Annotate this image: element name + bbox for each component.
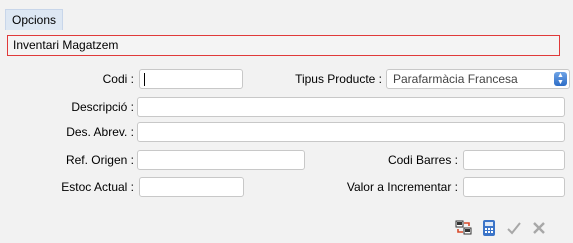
transfer-icon[interactable] — [455, 219, 473, 237]
codi-barres-label: Codi Barres : — [387, 153, 458, 167]
codi-input[interactable] — [139, 69, 243, 89]
calculator-icon[interactable] — [480, 219, 498, 237]
checkmark-icon[interactable] — [505, 219, 523, 237]
des-abrev-input[interactable] — [137, 122, 565, 142]
tipus-producte-label: Tipus Producte : — [295, 72, 382, 86]
inventory-form: Codi : Tipus Producte : Parafarmàcia Fra… — [0, 60, 573, 243]
estoc-actual-input[interactable] — [139, 177, 244, 197]
close-icon[interactable] — [530, 219, 548, 237]
codi-barres-input[interactable] — [463, 150, 565, 170]
window-title: Inventari Magatzem — [7, 35, 560, 56]
descripcio-label: Descripció : — [71, 100, 134, 114]
des-abrev-label: Des. Abrev. : — [66, 125, 134, 139]
menu-bar: Opcions — [0, 0, 573, 30]
valor-incrementar-input[interactable] — [463, 177, 565, 197]
ref-origen-label: Ref. Origen : — [65, 153, 134, 167]
select-arrows-icon: ▲ ▼ — [554, 72, 567, 86]
tipus-producte-select[interactable]: Parafarmàcia Francesa ▲ ▼ — [386, 69, 570, 89]
descripcio-input[interactable] — [137, 97, 565, 117]
valor-incrementar-label: Valor a Incrementar : — [346, 180, 458, 194]
estoc-actual-label: Estoc Actual : — [61, 180, 134, 194]
ref-origen-input[interactable] — [137, 150, 305, 170]
tipus-producte-value: Parafarmàcia Francesa — [393, 72, 518, 86]
menu-opcions[interactable]: Opcions — [5, 9, 64, 30]
codi-label: Codi : — [102, 72, 134, 86]
